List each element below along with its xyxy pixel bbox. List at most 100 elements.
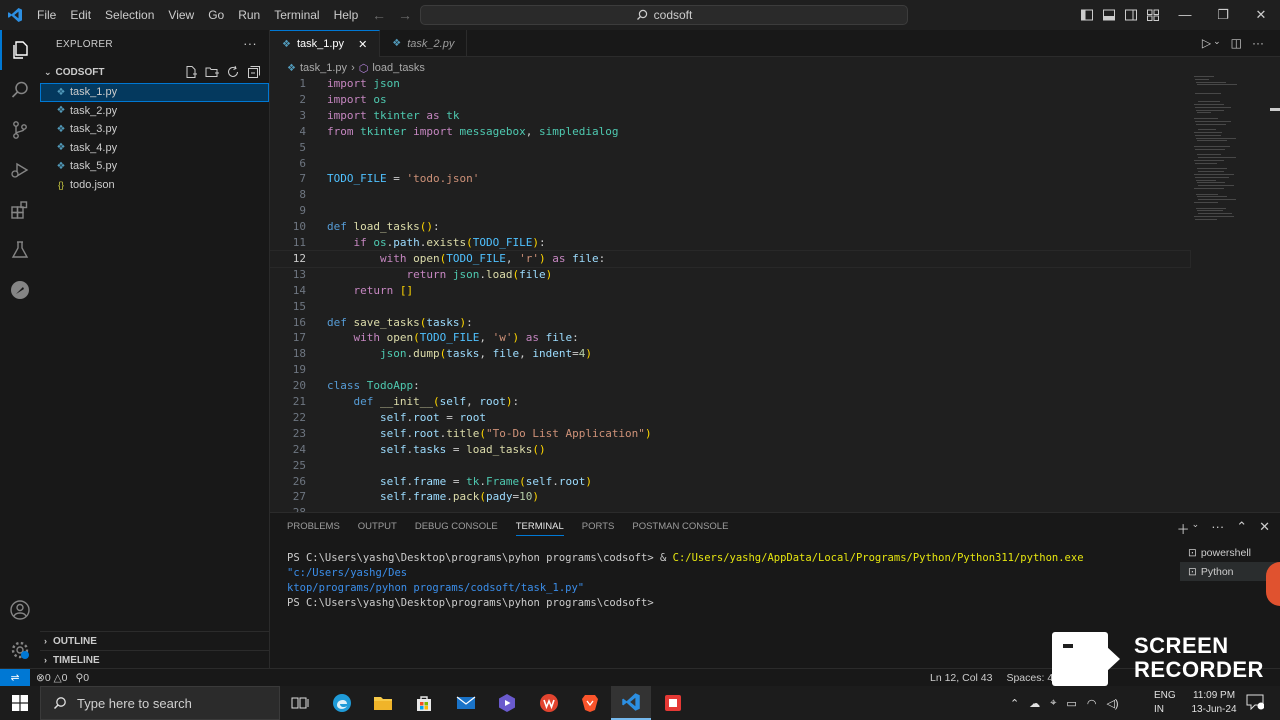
file-item[interactable]: ❖ task_1.py <box>40 83 269 102</box>
command-center-search[interactable]: codsoft <box>420 5 908 25</box>
code-line[interactable]: 2 import os <box>270 92 1190 108</box>
problems-status[interactable]: ⊗0 △0 <box>36 672 68 684</box>
code-line[interactable]: 26 self.frame = tk.Frame(self.root) <box>270 474 1190 490</box>
task-view-icon[interactable] <box>280 686 320 720</box>
remote-indicator-icon[interactable]: ⇌ <box>0 668 30 687</box>
code-line[interactable]: 11 if os.path.exists(TODO_FILE): <box>270 235 1190 251</box>
file-item[interactable]: ❖ task_3.py <box>40 120 269 139</box>
breadcrumb-symbol[interactable]: load_tasks <box>372 62 425 74</box>
code-editor[interactable]: 1 import json 2 import os 3 import tkinter as… <box>270 76 1280 512</box>
wifi-icon[interactable]: ◠ <box>1087 697 1097 710</box>
file-item[interactable]: ❖ task_2.py <box>40 102 269 121</box>
menu-edit[interactable]: Edit <box>63 0 98 30</box>
network-icon[interactable]: ⌖ <box>1050 697 1056 710</box>
close-tab-icon[interactable]: ✕ <box>358 38 367 51</box>
tab-task-1[interactable]: ❖ task_1.py ✕ <box>270 30 381 57</box>
outline-section[interactable]: › OUTLINE <box>40 631 269 650</box>
tab-output[interactable]: OUTPUT <box>358 521 397 536</box>
collapse-all-icon[interactable] <box>247 65 261 79</box>
file-item[interactable]: ❖ task_4.py <box>40 139 269 158</box>
tab-ports[interactable]: PORTS <box>582 521 615 536</box>
code-line[interactable]: 14 return [] <box>270 283 1190 299</box>
terminal-dropdown-icon[interactable]: ⌄ <box>1192 519 1200 538</box>
show-hidden-icons-icon[interactable]: ⌃ <box>1010 697 1019 710</box>
mail-icon[interactable] <box>446 686 486 720</box>
media-player-icon[interactable] <box>487 686 527 720</box>
toggle-secondary-sidebar-icon[interactable] <box>1124 8 1138 22</box>
customize-layout-icon[interactable] <box>1146 8 1160 22</box>
menu-file[interactable]: File <box>30 0 63 30</box>
code-line[interactable]: 5 <box>270 140 1190 156</box>
maximize-panel-icon[interactable]: ⌃ <box>1236 519 1247 538</box>
file-item[interactable]: {} todo.json <box>40 176 269 195</box>
toggle-panel-icon[interactable] <box>1102 8 1116 22</box>
code-line[interactable]: 25 <box>270 458 1190 474</box>
cursor-position[interactable]: Ln 12, Col 43 <box>930 672 992 684</box>
code-line[interactable]: 9 <box>270 203 1190 219</box>
more-actions-icon[interactable]: ··· <box>243 36 257 51</box>
menu-run[interactable]: Run <box>231 0 267 30</box>
terminal-output[interactable]: PS C:\Users\yashg\Desktop\programs\pyhon… <box>287 551 1167 611</box>
edge-browser-icon[interactable] <box>322 686 362 720</box>
minimap[interactable] <box>1190 76 1270 226</box>
accounts-icon[interactable] <box>0 590 40 630</box>
screen-recorder-app-icon[interactable] <box>653 686 693 720</box>
close-panel-icon[interactable]: ✕ <box>1259 519 1270 538</box>
code-line[interactable]: 27 self.frame.pack(pady=10) <box>270 489 1190 505</box>
code-line[interactable]: 15 <box>270 299 1190 315</box>
input-language-indicator[interactable]: ENG IN <box>1154 689 1176 717</box>
editor-scrollbar[interactable] <box>1270 108 1280 111</box>
new-folder-icon[interactable] <box>205 65 219 79</box>
taskbar-search-box[interactable]: Type here to search <box>40 686 280 720</box>
menu-help[interactable]: Help <box>327 0 366 30</box>
code-line[interactable]: 24 self.tasks = load_tasks() <box>270 442 1190 458</box>
file-item[interactable]: ❖ task_5.py <box>40 157 269 176</box>
tab-terminal[interactable]: TERMINAL <box>515 521 564 536</box>
search-icon[interactable] <box>0 70 40 110</box>
terminal-instance-powershell[interactable]: ⊡ powershell <box>1180 543 1280 562</box>
ports-status[interactable]: ⚲0 <box>76 672 90 684</box>
recorder-record-button[interactable] <box>1266 562 1280 606</box>
tab-problems[interactable]: PROBLEMS <box>287 521 340 536</box>
code-line[interactable]: 1 import json <box>270 76 1190 92</box>
tab-debug-console[interactable]: DEBUG CONSOLE <box>415 521 498 536</box>
cloud-icon[interactable]: ☁ <box>1029 697 1040 710</box>
split-editor-icon[interactable]: ◫ <box>1231 36 1242 50</box>
new-file-icon[interactable] <box>184 65 198 79</box>
code-line[interactable]: 20 class TodoApp: <box>270 378 1190 394</box>
code-line[interactable]: 19 <box>270 362 1190 378</box>
code-line[interactable]: 16 def save_tasks(tasks): <box>270 315 1190 331</box>
run-dropdown-icon[interactable]: ⌄ <box>1213 36 1221 50</box>
vscode-taskbar-icon[interactable] <box>611 686 651 720</box>
terminal-instance-python[interactable]: ⊡ Python <box>1180 562 1280 581</box>
testing-flask-icon[interactable] <box>0 230 40 270</box>
code-line[interactable]: 28 <box>270 505 1190 512</box>
menu-view[interactable]: View <box>161 0 201 30</box>
panel-more-actions-icon[interactable]: ··· <box>1211 519 1224 538</box>
extensions-icon[interactable] <box>0 190 40 230</box>
new-terminal-icon[interactable]: ＋ <box>1177 519 1190 538</box>
indentation-status[interactable]: Spaces: 4 <box>1006 672 1053 684</box>
code-line[interactable]: 21 def __init__(self, root): <box>270 394 1190 410</box>
manage-gear-icon[interactable] <box>0 630 40 670</box>
minimize-window-icon[interactable]: — <box>1166 0 1204 30</box>
windows-start-icon[interactable] <box>0 686 40 720</box>
menu-go[interactable]: Go <box>201 0 231 30</box>
close-window-icon[interactable]: ✕ <box>1242 0 1280 30</box>
explorer-icon[interactable] <box>0 30 40 70</box>
breadcrumb-file[interactable]: task_1.py <box>300 62 347 74</box>
back-arrow-icon[interactable]: ← <box>372 7 386 23</box>
code-line[interactable]: 4 from tkinter import messagebox, simpled… <box>270 124 1190 140</box>
notifications-icon[interactable] <box>1246 694 1265 711</box>
tab-task-2[interactable]: ❖ task_2.py <box>380 30 468 57</box>
editor-more-actions-icon[interactable]: ··· <box>1252 36 1264 50</box>
tab-postman-console[interactable]: POSTMAN CONSOLE <box>632 521 728 536</box>
volume-icon[interactable]: ◁) <box>1106 697 1118 710</box>
menu-terminal[interactable]: Terminal <box>267 0 326 30</box>
brave-browser-icon[interactable] <box>570 686 610 720</box>
wps-office-icon[interactable] <box>529 686 569 720</box>
menu-selection[interactable]: Selection <box>98 0 161 30</box>
code-line[interactable]: 18 json.dump(tasks, file, indent=4) <box>270 346 1190 362</box>
timeline-section[interactable]: › TIMELINE <box>40 650 269 669</box>
taskbar-clock[interactable]: 11:09 PM 13-Jun-24 <box>1184 689 1244 717</box>
